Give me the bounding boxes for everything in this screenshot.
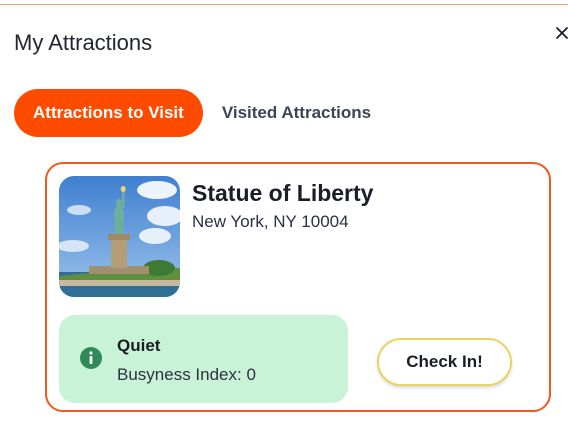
- top-divider: [0, 4, 568, 5]
- statue-of-liberty-photo: [59, 176, 180, 297]
- check-in-button[interactable]: Check In!: [377, 338, 512, 386]
- close-icon[interactable]: [553, 20, 568, 46]
- tab-bar: Attractions to Visit Visited Attractions: [14, 89, 371, 137]
- attraction-address: New York, NY 10004: [192, 212, 349, 231]
- attraction-card: Statue of Liberty New York, NY 10004 Qui…: [45, 162, 551, 412]
- attraction-name: Statue of Liberty: [192, 180, 374, 206]
- tab-attractions-to-visit[interactable]: Attractions to Visit: [14, 89, 203, 137]
- busyness-status: Quiet Busyness Index: 0: [59, 315, 348, 403]
- status-label: Quiet: [117, 336, 161, 355]
- panel-title: My Attractions: [14, 30, 153, 55]
- tab-visited-attractions[interactable]: Visited Attractions: [222, 103, 371, 123]
- info-icon: [80, 347, 102, 369]
- busyness-index: Busyness Index: 0: [117, 365, 256, 384]
